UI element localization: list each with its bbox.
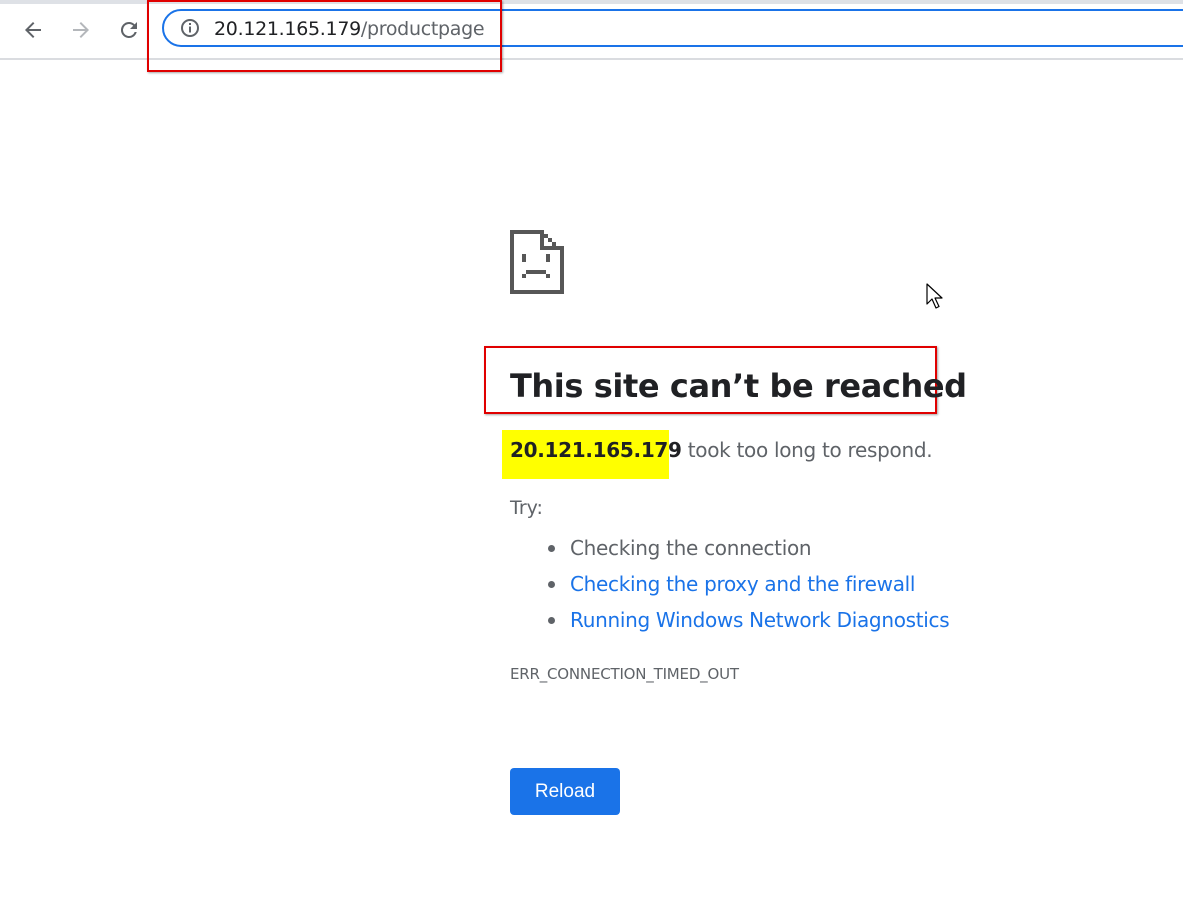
reload-icon [120, 21, 137, 38]
mouse-cursor-icon [926, 283, 943, 309]
bullet-icon [548, 617, 555, 624]
error-code: ERR_CONNECTION_TIMED_OUT [510, 665, 739, 683]
reload-page-button[interactable] [115, 16, 143, 44]
bullet-icon [548, 581, 555, 588]
forward-button[interactable] [67, 16, 95, 44]
arrow-right-icon [73, 22, 89, 38]
back-button[interactable] [19, 16, 47, 44]
error-host: 20.121.165.179 [510, 438, 682, 462]
try-label: Try: [510, 497, 543, 519]
arrow-left-icon [25, 22, 41, 38]
error-summary: 20.121.165.179 took too long to respond. [510, 437, 933, 463]
proxy-firewall-link[interactable]: Checking the proxy and the firewall [570, 572, 916, 596]
suggestion-network-diagnostics: Running Windows Network Diagnostics [548, 602, 950, 638]
network-diagnostics-link[interactable]: Running Windows Network Diagnostics [570, 608, 950, 632]
error-headline: This site can’t be reached [510, 367, 967, 405]
suggestions-list: Checking the connection Checking the pro… [548, 530, 950, 638]
suggestion-check-proxy-firewall: Checking the proxy and the firewall [548, 566, 949, 602]
error-summary-text: took too long to respond. [681, 438, 933, 462]
sad-page-icon [510, 230, 564, 294]
reload-button[interactable]: Reload [510, 768, 620, 815]
suggestion-label: Checking the connection [570, 536, 812, 560]
suggestion-check-connection: Checking the connection [548, 530, 949, 566]
annotation-box-address [147, 0, 502, 72]
bullet-icon [548, 545, 555, 552]
